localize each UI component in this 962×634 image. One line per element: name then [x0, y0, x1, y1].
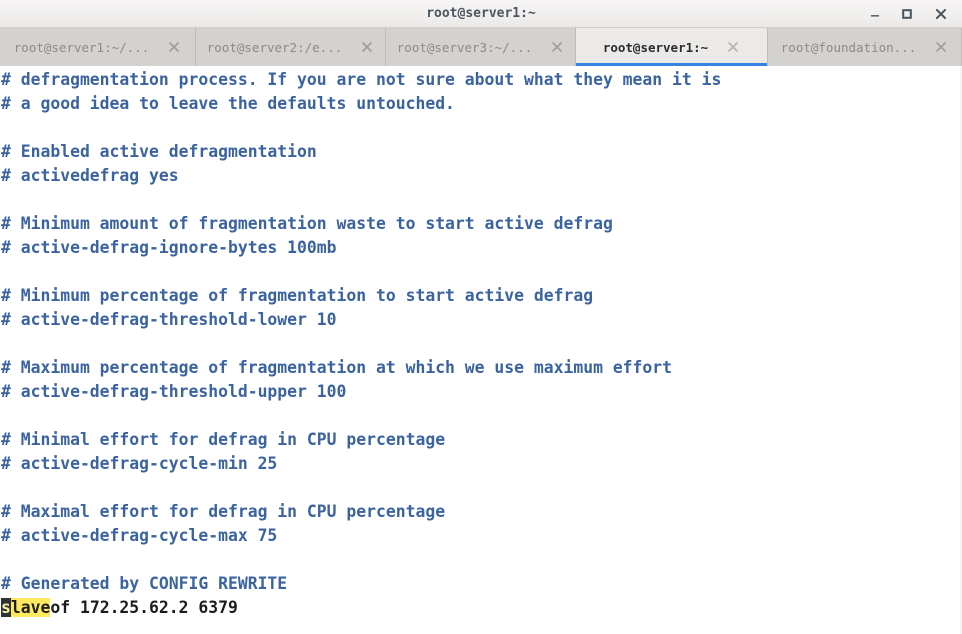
terminal-text: # Enabled active defragmentation	[1, 142, 317, 161]
terminal-text: # Minimal effort for defrag in CPU perce…	[1, 430, 446, 449]
terminal-tab-5[interactable]: root@foundation...	[768, 28, 962, 66]
terminal-text: # active-defrag-ignore-bytes 100mb	[1, 238, 337, 257]
terminal-text: # defragmentation process. If you are no…	[1, 70, 722, 89]
search-match-highlight: lave	[10, 598, 51, 617]
terminal-text: # Maximal effort for defrag in CPU perce…	[1, 502, 446, 521]
terminal-tab-label: root@foundation...	[780, 39, 917, 55]
terminal-line: # active-defrag-threshold-lower 10	[0, 308, 962, 332]
maximize-button[interactable]	[892, 0, 922, 27]
terminal-line: slaveof 172.25.62.2 6379	[0, 596, 962, 620]
terminal-text: # Generated by CONFIG REWRITE	[1, 574, 288, 593]
terminal-tab-4[interactable]: root@server1:~	[576, 28, 768, 66]
terminal-line: # active-defrag-ignore-bytes 100mb	[0, 236, 962, 260]
terminal-text: # active-defrag-threshold-upper 100	[1, 382, 347, 401]
terminal-text: # Maximum percentage of fragmentation at…	[1, 358, 673, 377]
terminal-text: # active-defrag-cycle-min 25	[1, 454, 278, 473]
terminal-line: # Maximum percentage of fragmentation at…	[0, 356, 962, 380]
window-title: root@server1:~	[426, 6, 536, 21]
tab-close-icon[interactable]	[550, 40, 564, 54]
terminal-line: # Generated by CONFIG REWRITE	[0, 572, 962, 596]
terminal-tab-1[interactable]: root@server1:~/...	[0, 28, 196, 66]
terminal-line: # Minimal effort for defrag in CPU perce…	[0, 428, 962, 452]
minimize-icon	[871, 14, 879, 17]
terminal-line: # active-defrag-cycle-min 25	[0, 452, 962, 476]
tab-close-icon[interactable]	[726, 40, 740, 54]
terminal-line: # defragmentation process. If you are no…	[0, 68, 962, 92]
terminal-line: # Minimum amount of fragmentation waste …	[0, 212, 962, 236]
terminal-text: # active-defrag-cycle-max 75	[1, 526, 278, 545]
terminal-text: # active-defrag-threshold-lower 10	[1, 310, 337, 329]
terminal-line: # active-defrag-cycle-max 75	[0, 524, 962, 548]
terminal-text: # Minimum amount of fragmentation waste …	[1, 214, 613, 233]
minimize-button[interactable]	[860, 0, 890, 27]
terminal-text-area: # defragmentation process. If you are no…	[0, 68, 962, 620]
maximize-icon	[902, 8, 912, 19]
terminal-tab-label: root@server1:~	[602, 39, 709, 55]
terminal-text: # activedefrag yes	[1, 166, 179, 185]
terminal-line: # activedefrag yes	[0, 164, 962, 188]
terminal-tab-label: root@server1:~/...	[13, 39, 150, 55]
terminal-line: # Enabled active defragmentation	[0, 140, 962, 164]
window-titlebar: root@server1:~	[0, 0, 962, 28]
close-button[interactable]	[926, 0, 956, 27]
tab-close-icon[interactable]	[934, 40, 948, 54]
terminal-line: # active-defrag-threshold-upper 100	[0, 380, 962, 404]
terminal-text: # Minimum percentage of fragmentation to…	[1, 286, 594, 305]
terminal-line: # Minimum percentage of fragmentation to…	[0, 284, 962, 308]
close-icon	[935, 8, 947, 19]
terminal-text: # a good idea to leave the defaults unto…	[1, 94, 455, 113]
tab-close-icon[interactable]	[360, 40, 374, 54]
terminal-tab-label: root@server3:~/...	[396, 39, 533, 55]
terminal-tab-3[interactable]: root@server3:~/...	[386, 28, 576, 66]
terminal-text: of 172.25.62.2 6379	[50, 598, 238, 617]
terminal-tab-label: root@server2:/e...	[206, 39, 343, 55]
terminal-line: # a good idea to leave the defaults unto…	[0, 92, 962, 116]
terminal-tab-bar: root@server1:~/... root@server2:/e... root…	[0, 28, 962, 66]
terminal-tab-2[interactable]: root@server2:/e...	[196, 28, 386, 66]
tab-close-icon[interactable]	[167, 40, 181, 54]
terminal-cursor: s	[1, 598, 11, 617]
terminal-screen[interactable]: # defragmentation process. If you are no…	[0, 66, 962, 634]
terminal-line: # Maximal effort for defrag in CPU perce…	[0, 500, 962, 524]
